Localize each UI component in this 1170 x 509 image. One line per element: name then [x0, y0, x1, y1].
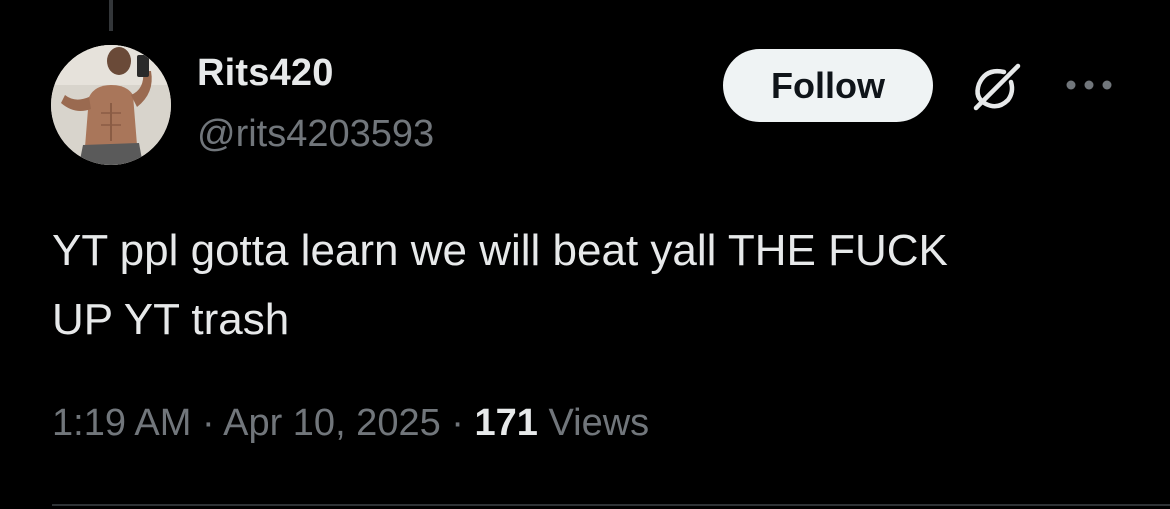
thread-connector-line [109, 0, 113, 31]
more-icon[interactable] [1063, 73, 1115, 97]
divider [52, 504, 1170, 506]
meta-separator: · [440, 402, 475, 444]
follow-button[interactable]: Follow [723, 49, 933, 122]
tweet-text-line: UP YT trash [52, 295, 290, 344]
author-display-name[interactable]: Rits420 [197, 52, 334, 95]
avatar-image [51, 45, 171, 165]
tweet-meta: 1:19 AM · Apr 10, 2025 · 171 Views [52, 402, 649, 445]
grok-icon[interactable] [964, 58, 1026, 118]
meta-separator: · [191, 402, 224, 444]
author-handle[interactable]: @rits4203593 [197, 113, 434, 156]
tweet-date[interactable]: Apr 10, 2025 [223, 402, 441, 444]
views-label: Views [548, 402, 650, 444]
tweet-text: YT ppl gotta learn we will beat yall THE… [52, 216, 1142, 354]
tweet-text-line: YT ppl gotta learn we will beat yall THE… [52, 226, 948, 275]
tweet-time[interactable]: 1:19 AM [52, 402, 191, 444]
views-count: 171 [474, 402, 538, 444]
avatar[interactable] [51, 45, 171, 165]
